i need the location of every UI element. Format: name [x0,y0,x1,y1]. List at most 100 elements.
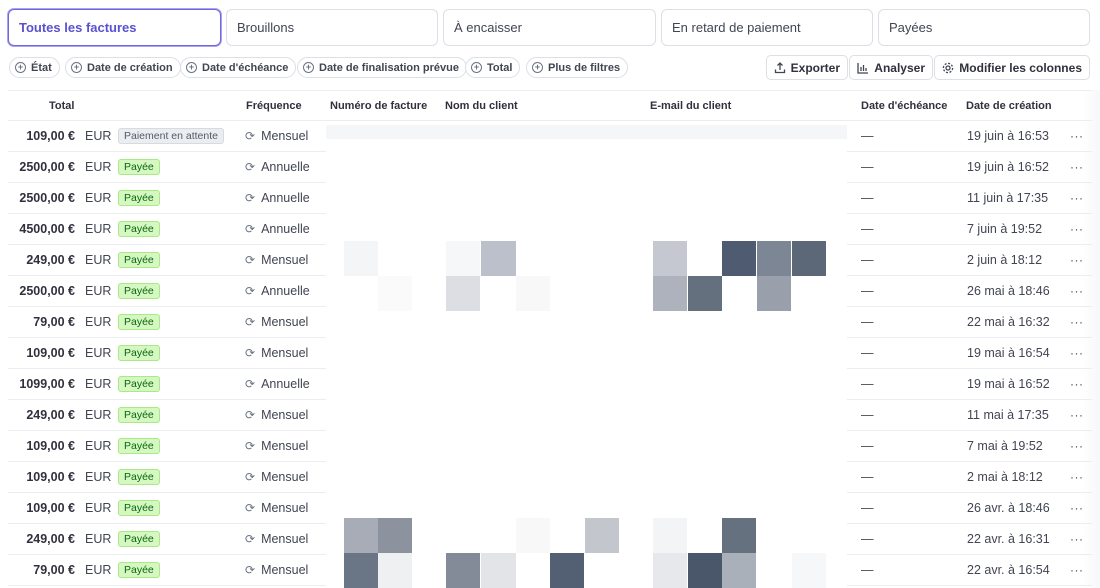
redaction-block [653,241,687,276]
currency-cell: EUR [85,408,112,422]
frequency-label: Mensuel [261,501,309,515]
filter-chip-label: Plus de filtres [548,61,621,74]
tab-1[interactable]: Brouillons [226,9,438,46]
status-badge: Payée [118,283,160,299]
filter-chip-5[interactable]: + Plus de filtres [526,57,629,78]
redaction-block [446,241,480,276]
status-badge: Payée [118,562,160,578]
redaction-block [446,276,480,311]
filter-chip-label: Date de création [87,61,173,74]
frequency-cell: ⟳ Mensuel [245,121,308,151]
due-date-cell: — [861,315,874,329]
header-customer-email[interactable]: E-mail du client [650,100,731,112]
tab-3[interactable]: En retard de paiement [661,9,873,46]
frequency-cell: ⟳ Annuelle [245,214,310,244]
filter-chip-4[interactable]: + Total [465,57,521,78]
filter-chip-2[interactable]: + Date d'échéance [180,57,297,78]
filter-chip-0[interactable]: + État [9,57,60,78]
redaction-block [378,276,412,311]
status-badge: Payée [118,252,160,268]
filter-chip-label: État [31,61,52,74]
header-due-date[interactable]: Date d'échéance [861,100,947,112]
header-created-date[interactable]: Date de création [966,100,1052,112]
amount-cell: 109,00 € [26,470,75,484]
filter-chip-3[interactable]: + Date de finalisation prévue [297,57,467,78]
recurring-icon: ⟳ [245,222,256,236]
frequency-label: Annuelle [261,222,310,236]
due-date-cell: — [861,377,874,391]
due-date-cell: — [861,532,874,546]
due-date-cell: — [861,253,874,267]
frequency-cell: ⟳ Annuelle [245,276,310,306]
scroll-shadow [1082,90,1100,588]
header-customer-name[interactable]: Nom du client [445,100,518,112]
frequency-label: Mensuel [261,532,309,546]
recurring-icon: ⟳ [245,160,256,174]
status-badge: Payée [118,407,160,423]
recurring-icon: ⟳ [245,501,256,515]
tab-2[interactable]: À encaisser [443,9,656,46]
frequency-cell: ⟳ Mensuel [245,555,308,585]
recurring-icon: ⟳ [245,439,256,453]
redaction-block [688,276,722,311]
currency-cell: EUR [85,470,112,484]
tab-4[interactable]: Payées [878,9,1090,46]
edit-columns-button[interactable]: Modifier les colonnes [934,55,1090,80]
filter-chip-label: Date d'échéance [202,61,289,74]
redaction-block [722,553,756,588]
plus-circle-icon: + [471,62,482,73]
export-icon [774,61,785,73]
redaction-block [326,125,847,139]
header-frequency[interactable]: Fréquence [246,100,302,112]
status-badge: Payée [118,221,160,237]
frequency-label: Mensuel [261,129,309,143]
currency-cell: EUR [85,191,112,205]
amount-cell: 109,00 € [26,439,75,453]
header-invoice-number[interactable]: Numéro de facture [330,100,427,112]
filter-chip-1[interactable]: + Date de création [65,57,181,78]
status-badge: Payée [118,190,160,206]
due-date-cell: — [861,160,874,174]
created-date-cell: 19 mai à 16:52 [967,377,1050,391]
status-badge: Paiement en attente [118,128,224,144]
plus-circle-icon: + [71,62,82,73]
frequency-cell: ⟳ Mensuel [245,400,308,430]
created-date-cell: 2 juin à 18:12 [967,253,1043,267]
redaction-block [446,553,480,588]
created-date-cell: 7 mai à 19:52 [967,439,1043,453]
frequency-label: Mensuel [261,346,309,360]
frequency-cell: ⟳ Mensuel [245,524,308,554]
amount-cell: 2500,00 € [19,284,75,298]
currency-cell: EUR [85,253,112,267]
redaction-block [722,518,756,553]
created-date-cell: 26 avr. à 18:46 [967,501,1050,515]
edit-columns-label: Modifier les colonnes [959,60,1082,75]
redaction-block [344,241,378,276]
header-total[interactable]: Total [49,100,74,112]
due-date-cell: — [861,346,874,360]
export-button[interactable]: Exporter [765,55,848,80]
redaction-block [516,276,550,311]
currency-cell: EUR [85,377,112,391]
due-date-cell: — [861,563,874,577]
frequency-label: Mensuel [261,253,309,267]
currency-cell: EUR [85,160,112,174]
redaction-block [757,241,791,276]
redaction-block [653,518,687,553]
redaction-block [653,276,687,311]
amount-cell: 109,00 € [26,501,75,515]
currency-cell: EUR [85,532,112,546]
recurring-icon: ⟳ [245,346,256,360]
table-header: Total Fréquence Numéro de facture Nom du… [8,90,1092,121]
recurring-icon: ⟳ [245,315,256,329]
created-date-cell: 19 juin à 16:53 [967,129,1050,143]
due-date-cell: — [861,501,874,515]
frequency-cell: ⟳ Annuelle [245,183,310,213]
amount-cell: 249,00 € [26,408,75,422]
analyze-button[interactable]: Analyser [849,55,933,80]
tab-0[interactable]: Toutes les factures [8,9,221,46]
currency-cell: EUR [85,315,112,329]
redaction-block [481,553,516,588]
frequency-cell: ⟳ Annuelle [245,369,310,399]
frequency-label: Mensuel [261,439,309,453]
